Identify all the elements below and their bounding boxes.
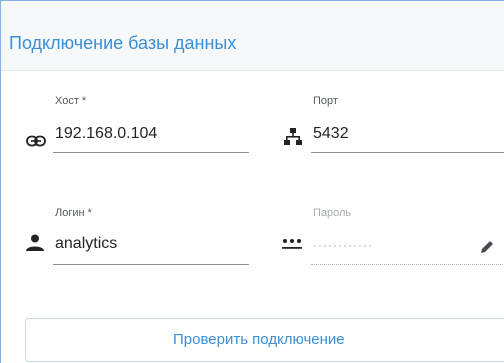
- port-underline: [311, 152, 504, 153]
- login-field[interactable]: Логин * analytics: [1, 201, 261, 271]
- network-icon: [284, 128, 302, 145]
- host-label: Хост *: [55, 95, 87, 107]
- check-connection-button-label: Проверить подключение: [173, 331, 345, 348]
- person-icon: [26, 234, 44, 251]
- port-field[interactable]: Порт 5432: [271, 91, 504, 161]
- login-input[interactable]: analytics: [55, 235, 117, 253]
- link-icon: [26, 135, 46, 147]
- password-icon: [282, 239, 302, 249]
- password-field[interactable]: Пароль ············: [271, 201, 504, 271]
- host-field[interactable]: Хост * 192.168.0.104: [1, 91, 261, 161]
- password-label: Пароль: [313, 207, 352, 219]
- database-connection-panel: Подключение базы данных Хост * 192.168.0…: [0, 0, 504, 363]
- panel-title: Подключение базы данных: [9, 33, 237, 53]
- port-input[interactable]: 5432: [313, 125, 349, 143]
- login-underline: [53, 264, 249, 265]
- password-input[interactable]: ············: [313, 238, 373, 252]
- check-connection-button[interactable]: Проверить подключение: [25, 318, 504, 362]
- port-label: Порт: [313, 95, 338, 107]
- host-input[interactable]: 192.168.0.104: [55, 125, 157, 143]
- login-label: Логин *: [55, 207, 92, 219]
- host-underline: [53, 152, 249, 153]
- pencil-icon[interactable]: [479, 239, 495, 255]
- password-underline: [311, 264, 504, 265]
- panel-header: Подключение базы данных: [1, 1, 504, 71]
